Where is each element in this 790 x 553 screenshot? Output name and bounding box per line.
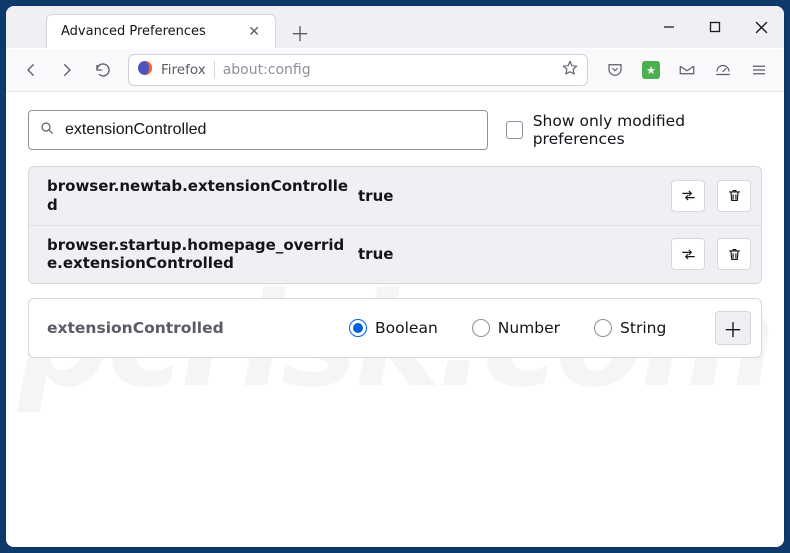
toggle-button[interactable] bbox=[671, 238, 705, 270]
url-separator bbox=[214, 61, 215, 79]
search-icon bbox=[39, 120, 55, 140]
pref-row: browser.startup.homepage_override.extens… bbox=[29, 226, 761, 284]
pref-value: true bbox=[352, 245, 659, 263]
delete-button[interactable] bbox=[717, 180, 751, 212]
radio-boolean[interactable]: Boolean bbox=[349, 319, 438, 337]
close-tab-icon[interactable]: ✕ bbox=[243, 23, 265, 41]
about-config-content: pcrisk.com Show only modified preference… bbox=[6, 92, 784, 547]
bookmark-star-icon[interactable] bbox=[561, 59, 579, 81]
pref-search-input[interactable] bbox=[65, 121, 477, 139]
firefox-icon bbox=[137, 60, 153, 80]
back-button[interactable] bbox=[14, 54, 48, 86]
new-pref-name: extensionControlled bbox=[47, 319, 337, 337]
add-pref-button[interactable]: ＋ bbox=[715, 311, 751, 345]
forward-button[interactable] bbox=[50, 54, 84, 86]
show-only-modified-label: Show only modified preferences bbox=[533, 112, 762, 148]
radio-label: Boolean bbox=[375, 319, 438, 337]
radio-label: Number bbox=[498, 319, 560, 337]
pref-name[interactable]: browser.newtab.extensionControlled bbox=[47, 177, 352, 215]
mail-icon[interactable] bbox=[670, 54, 704, 86]
pref-name[interactable]: browser.startup.homepage_override.extens… bbox=[47, 236, 352, 274]
toolbar-right: ★ bbox=[598, 54, 776, 86]
tab-label: Advanced Preferences bbox=[61, 24, 243, 39]
window-controls bbox=[646, 7, 784, 47]
tab-strip: Advanced Preferences ✕ ＋ bbox=[6, 6, 316, 48]
reload-button[interactable] bbox=[86, 54, 120, 86]
show-only-modified[interactable]: Show only modified preferences bbox=[506, 112, 762, 148]
dashboard-icon[interactable] bbox=[706, 54, 740, 86]
maximize-button[interactable] bbox=[692, 7, 738, 47]
pocket-icon[interactable] bbox=[598, 54, 632, 86]
radio-icon bbox=[349, 319, 367, 337]
extension-icon[interactable]: ★ bbox=[634, 54, 668, 86]
nav-toolbar: Firefox about:config ★ bbox=[6, 48, 784, 92]
radio-icon bbox=[594, 319, 612, 337]
pref-search-box[interactable] bbox=[28, 110, 488, 150]
urlbar[interactable]: Firefox about:config bbox=[128, 54, 588, 86]
add-pref-panel: extensionControlled Boolean Number Strin… bbox=[28, 298, 762, 358]
delete-button[interactable] bbox=[717, 238, 751, 270]
identity-label: Firefox bbox=[161, 62, 206, 78]
pref-row: browser.newtab.extensionControlled true bbox=[29, 167, 761, 226]
radio-icon bbox=[472, 319, 490, 337]
close-window-button[interactable] bbox=[738, 7, 784, 47]
search-row: Show only modified preferences bbox=[28, 110, 762, 150]
browser-window: Advanced Preferences ✕ ＋ bbox=[6, 6, 784, 547]
type-radio-group: Boolean Number String bbox=[349, 319, 703, 337]
tab-advanced-preferences[interactable]: Advanced Preferences ✕ bbox=[46, 14, 276, 48]
pref-value: true bbox=[352, 187, 659, 205]
app-menu-button[interactable] bbox=[742, 54, 776, 86]
titlebar: Advanced Preferences ✕ ＋ bbox=[6, 6, 784, 48]
radio-string[interactable]: String bbox=[594, 319, 666, 337]
minimize-button[interactable] bbox=[646, 7, 692, 47]
radio-label: String bbox=[620, 319, 666, 337]
new-tab-button[interactable]: ＋ bbox=[284, 16, 316, 48]
radio-number[interactable]: Number bbox=[472, 319, 560, 337]
toggle-button[interactable] bbox=[671, 180, 705, 212]
checkbox-icon[interactable] bbox=[506, 121, 523, 139]
prefs-list: browser.newtab.extensionControlled true … bbox=[28, 166, 762, 284]
url-text: about:config bbox=[223, 62, 553, 78]
